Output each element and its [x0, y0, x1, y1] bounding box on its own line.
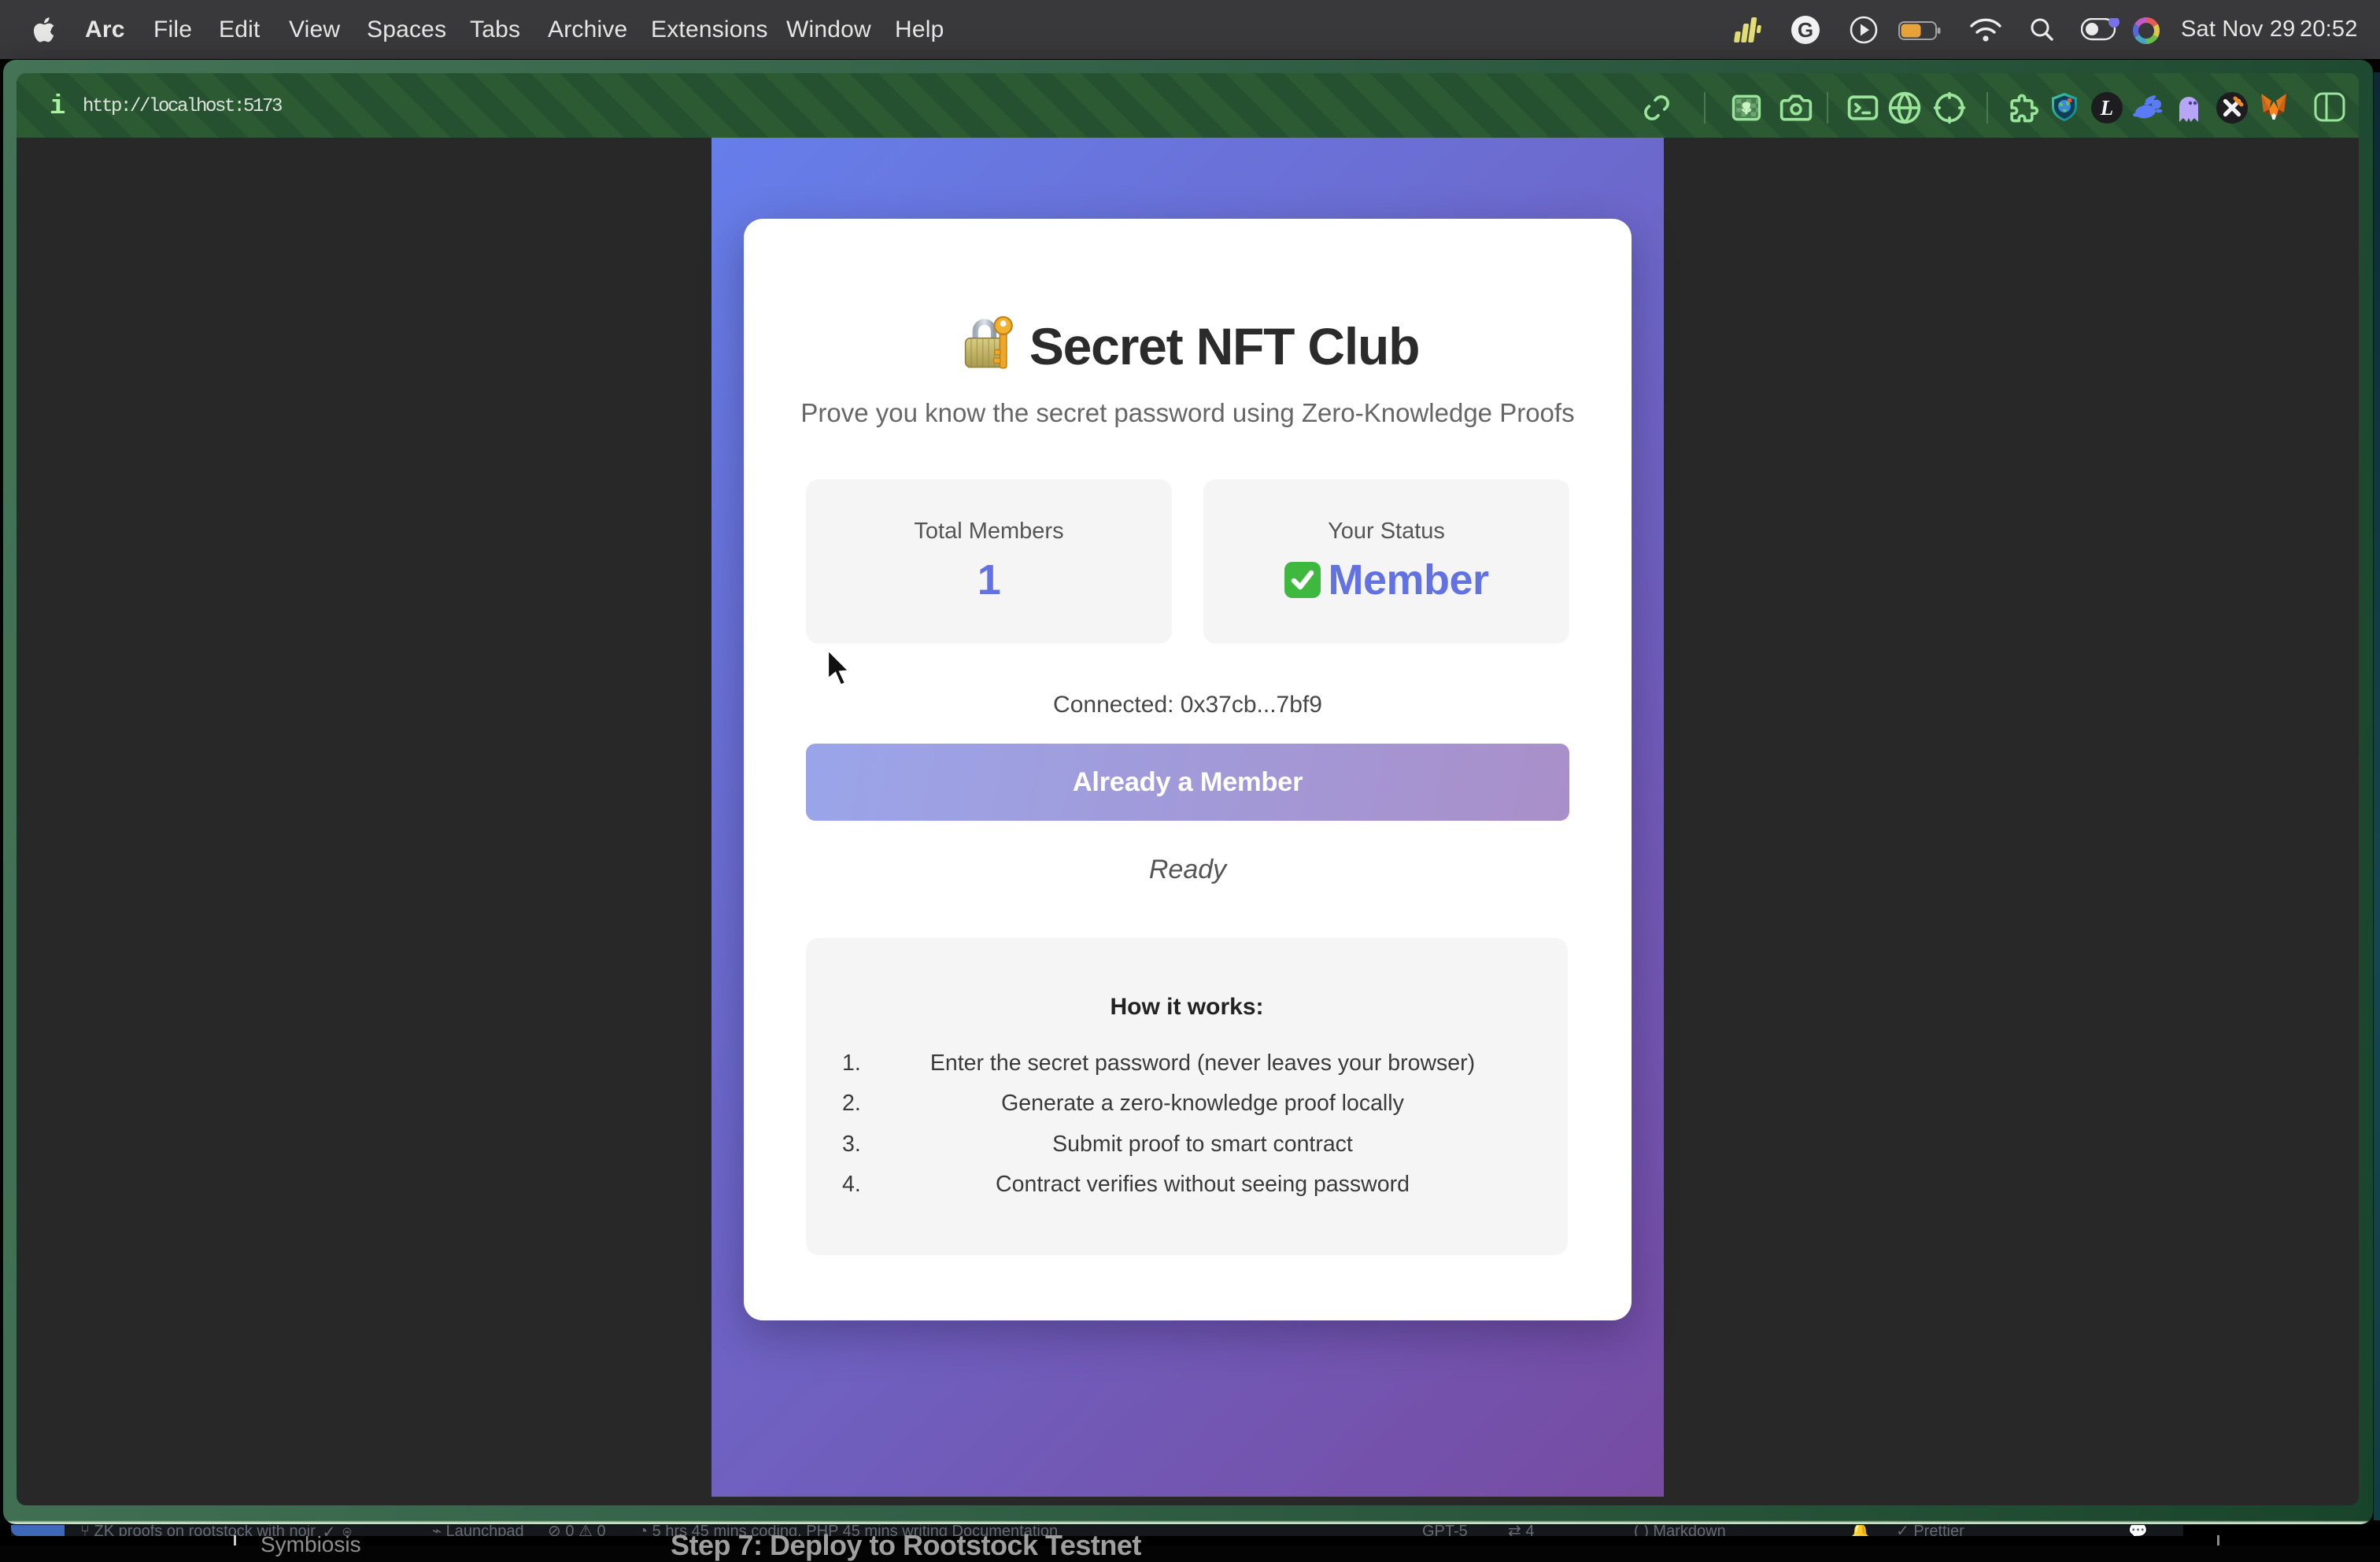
svg-text:G: G — [1798, 18, 1813, 42]
svg-text:L: L — [2100, 96, 2114, 120]
